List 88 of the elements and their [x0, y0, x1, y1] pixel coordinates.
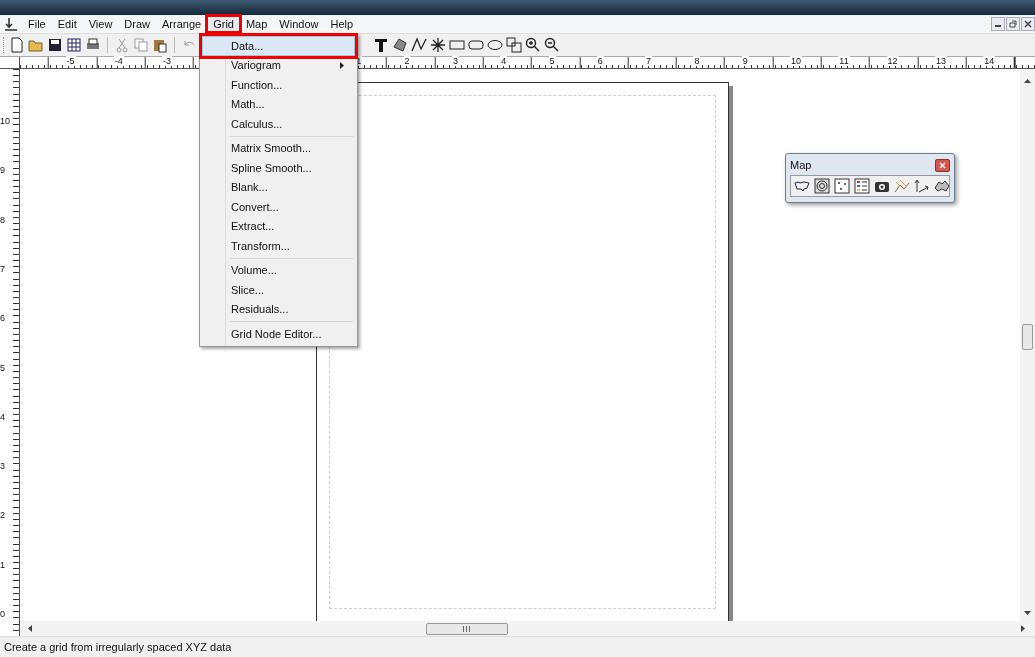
- window-title: Map: [790, 159, 812, 171]
- menu-item[interactable]: Math...: [202, 94, 355, 114]
- ruler-label: 6: [0, 313, 5, 324]
- ruler-label: 0: [0, 609, 5, 619]
- ruler-label: 14: [983, 56, 996, 66]
- menu-item[interactable]: Draw: [118, 16, 157, 32]
- ruler-label: 12: [886, 56, 899, 66]
- polygon-icon[interactable]: [392, 37, 408, 53]
- ruler-label: 11: [838, 56, 850, 66]
- scroll-left-icon[interactable]: [28, 625, 32, 632]
- ruler-label: 8: [693, 56, 701, 66]
- overlapping-squares-icon[interactable]: [506, 37, 522, 53]
- text-icon[interactable]: [373, 37, 389, 53]
- menu-item[interactable]: Arrange: [156, 16, 208, 32]
- scroll-thumb[interactable]: [425, 622, 508, 635]
- ruler-label: 2: [0, 510, 5, 521]
- close-button[interactable]: [935, 158, 950, 172]
- ruler-label: 8: [0, 214, 5, 225]
- table-icon[interactable]: [66, 37, 82, 53]
- zoom-in-icon[interactable]: [525, 37, 541, 53]
- scroll-right-icon[interactable]: [1021, 625, 1025, 632]
- ruler-label: 1: [0, 559, 5, 570]
- menu-item[interactable]: Map: [239, 16, 274, 32]
- polyline-icon[interactable]: [411, 37, 427, 53]
- ruler-label: -4: [113, 56, 124, 66]
- scroll-thumb[interactable]: [1022, 324, 1033, 350]
- ruler-label: -3: [162, 56, 173, 66]
- surface-map-icon[interactable]: [934, 178, 950, 194]
- ruler-label: 2: [403, 56, 411, 66]
- ruler-label: 4: [500, 56, 508, 66]
- menu-item[interactable]: Slice...: [202, 280, 355, 300]
- app-icon[interactable]: [3, 16, 19, 32]
- scroll-up-icon[interactable]: [1024, 79, 1031, 83]
- ruler-label: 9: [741, 56, 749, 66]
- vector-map-icon[interactable]: [914, 178, 930, 194]
- close-button[interactable]: [1021, 17, 1035, 31]
- shaded-relief-icon[interactable]: [894, 178, 910, 194]
- menu-item[interactable]: Edit: [51, 16, 83, 32]
- ruler-label: 6: [596, 56, 604, 66]
- symbol-icon[interactable]: [430, 37, 446, 53]
- ruler-label: 10: [0, 116, 10, 126]
- menu-item[interactable]: Transform...: [202, 236, 355, 256]
- save-icon[interactable]: [47, 37, 63, 53]
- ruler-label: 5: [548, 56, 556, 66]
- ruler-label: 5: [0, 362, 5, 373]
- ellipse-icon[interactable]: [487, 37, 503, 53]
- menu-item[interactable]: Matrix Smooth...: [202, 138, 355, 158]
- menu-item[interactable]: Extract...: [202, 216, 355, 236]
- ruler-label: -5: [65, 56, 76, 66]
- menu-item[interactable]: Variogram: [202, 55, 355, 75]
- zoom-out-icon[interactable]: [544, 37, 560, 53]
- close-icon: [1024, 20, 1032, 28]
- restore-icon: [1009, 20, 1017, 28]
- menu-item[interactable]: Help: [324, 16, 360, 32]
- grip-icon: [463, 625, 470, 632]
- ruler-label: 13: [934, 56, 947, 66]
- status-text: Create a grid from irregularly spaced XYZ data: [0, 636, 1035, 657]
- menu-item[interactable]: Window: [273, 16, 325, 32]
- menu-item[interactable]: Grid: [207, 16, 240, 32]
- ruler-label: 10: [790, 56, 802, 66]
- outline-map-icon[interactable]: [794, 178, 810, 194]
- menu-item[interactable]: Residuals...: [202, 299, 355, 319]
- close-icon: [939, 161, 946, 169]
- menu-item[interactable]: Spline Smooth...: [202, 158, 355, 178]
- menu-item[interactable]: Calculus...: [202, 114, 355, 134]
- post-map-icon[interactable]: [834, 178, 850, 194]
- contour-map-icon[interactable]: [814, 178, 830, 194]
- minimize-button[interactable]: [991, 17, 1005, 31]
- paste-icon[interactable]: [152, 37, 168, 53]
- ruler-label: 7: [645, 56, 653, 66]
- menu-item[interactable]: View: [82, 16, 119, 32]
- new-document-icon[interactable]: [9, 37, 25, 53]
- ruler-label: 3: [0, 461, 5, 472]
- legend-icon[interactable]: [854, 178, 870, 194]
- rounded-rectangle-icon[interactable]: [468, 37, 484, 53]
- ruler-label: 7: [0, 263, 5, 274]
- menu-item[interactable]: Blank...: [202, 177, 355, 197]
- menu-item[interactable]: File: [22, 16, 52, 32]
- ruler-label: 4: [0, 411, 5, 422]
- restore-button[interactable]: [1006, 17, 1020, 31]
- menu-item[interactable]: Convert...: [202, 197, 355, 217]
- menu-item[interactable]: Volume...: [202, 260, 355, 280]
- menu-item[interactable]: Data...: [202, 36, 355, 56]
- ruler-label: 9: [0, 165, 5, 176]
- scroll-down-icon[interactable]: [1024, 611, 1031, 615]
- menu-item[interactable]: Grid Node Editor...: [202, 324, 355, 344]
- menu-item[interactable]: Function...: [202, 75, 355, 95]
- ruler-label: 3: [451, 56, 459, 66]
